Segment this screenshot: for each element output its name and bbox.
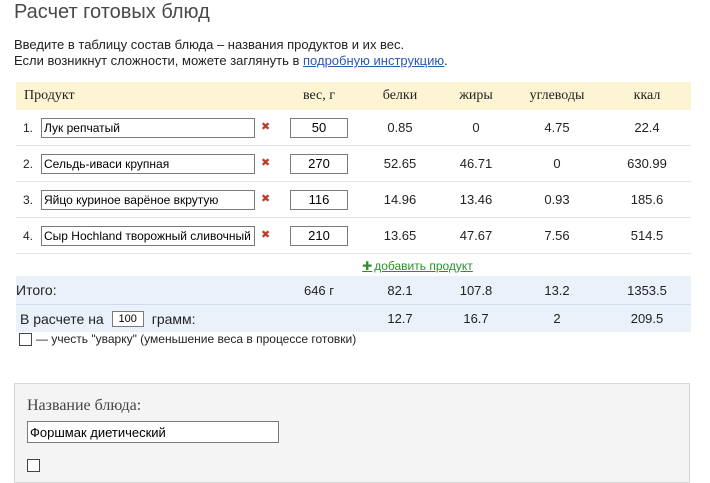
intro-line-2: Если возникнут сложности, можете загляну… <box>14 53 448 68</box>
carbs-value: 4.75 <box>511 110 603 146</box>
table-row: 4. ✖ 13.65 47.67 7.56 514.5 <box>16 217 691 254</box>
product-name-input[interactable] <box>41 225 255 246</box>
row-number: 1. <box>23 120 34 135</box>
weight-input[interactable] <box>290 189 348 210</box>
ingredients-table: Продукт вес, г белки жиры углеводы ккал … <box>16 82 691 332</box>
dish-panel: Название блюда: <box>14 383 690 483</box>
dish-option <box>27 459 44 472</box>
kcal-value: 185.6 <box>603 181 691 218</box>
total-fat: 107.8 <box>441 276 511 305</box>
total-protein: 82.1 <box>359 276 441 305</box>
fat-value: 46.71 <box>441 145 511 182</box>
table-row: 1. ✖ 0.85 0 4.75 22.4 <box>16 110 691 146</box>
total-carbs: 13.2 <box>511 276 603 305</box>
total-row: Итого: 646 г 82.1 107.8 13.2 1353.5 <box>16 276 691 305</box>
fat-value: 0 <box>441 110 511 146</box>
add-product-link[interactable]: ✚ добавить продукт <box>362 259 473 273</box>
fat-value: 47.67 <box>441 217 511 254</box>
total-kcal: 1353.5 <box>603 276 691 305</box>
kcal-value: 514.5 <box>603 217 691 254</box>
per-carbs: 2 <box>511 304 603 332</box>
per-kcal: 209.5 <box>603 304 691 332</box>
table-row: 2. ✖ 52.65 46.71 0 630.99 <box>16 145 691 182</box>
dish-option-checkbox[interactable] <box>27 459 40 472</box>
remove-icon[interactable]: ✖ <box>261 194 270 205</box>
remove-icon[interactable]: ✖ <box>261 122 270 133</box>
fat-value: 13.46 <box>441 181 511 218</box>
col-carbs: углеводы <box>511 82 603 110</box>
per-amount-input[interactable] <box>111 310 144 327</box>
uvarka-option: — учесть "уварку" (уменьшение веса в про… <box>19 332 356 346</box>
table-row: 3. ✖ 14.96 13.46 0.93 185.6 <box>16 181 691 218</box>
product-name-input[interactable] <box>41 153 255 174</box>
row-number: 3. <box>23 192 34 207</box>
protein-value: 52.65 <box>359 145 441 182</box>
weight-input[interactable] <box>290 153 348 174</box>
per-fat: 16.7 <box>441 304 511 332</box>
total-label: Итого: <box>16 276 279 305</box>
plus-icon: ✚ <box>362 258 373 273</box>
uvarka-label: — учесть "уварку" (уменьшение веса в про… <box>36 332 357 346</box>
row-number: 2. <box>23 156 34 171</box>
product-name-input[interactable] <box>41 189 255 210</box>
remove-icon[interactable]: ✖ <box>261 230 270 241</box>
add-product-label: добавить продукт <box>374 258 473 273</box>
col-kcal: ккал <box>603 82 691 110</box>
per-prefix: В расчете на <box>20 310 104 327</box>
carbs-value: 0 <box>511 145 603 182</box>
instruction-link[interactable]: подробную инструкцию <box>303 53 444 68</box>
kcal-value: 630.99 <box>603 145 691 182</box>
col-protein: белки <box>359 82 441 110</box>
dish-name-label: Название блюда: <box>27 397 142 414</box>
uvarka-checkbox[interactable] <box>19 332 32 346</box>
protein-value: 0.85 <box>359 110 441 146</box>
intro-line-1: Введите в таблицу состав блюда – названи… <box>14 37 405 52</box>
table-header-row: Продукт вес, г белки жиры углеводы ккал <box>16 82 691 110</box>
carbs-value: 0.93 <box>511 181 603 218</box>
remove-icon[interactable]: ✖ <box>261 158 270 169</box>
protein-value: 14.96 <box>359 181 441 218</box>
add-product-row: ✚ добавить продукт <box>16 254 691 277</box>
intro-text: Введите в таблицу состав блюда – названи… <box>14 37 448 69</box>
page-title: Расчет готовых блюд <box>14 1 210 23</box>
total-weight: 646 г <box>279 276 359 305</box>
col-weight: вес, г <box>279 82 359 110</box>
weight-input[interactable] <box>290 117 348 138</box>
per-suffix: грамм: <box>151 310 196 327</box>
dish-name-input[interactable] <box>27 421 279 443</box>
row-number: 4. <box>23 228 34 243</box>
col-fat: жиры <box>441 82 511 110</box>
col-product: Продукт <box>16 82 279 110</box>
protein-value: 13.65 <box>359 217 441 254</box>
per-amount-row: В расчете на грамм: 12.7 16.7 2 209.5 <box>16 304 691 332</box>
weight-input[interactable] <box>290 225 348 246</box>
per-protein: 12.7 <box>359 304 441 332</box>
carbs-value: 7.56 <box>511 217 603 254</box>
kcal-value: 22.4 <box>603 110 691 146</box>
product-name-input[interactable] <box>41 117 255 138</box>
